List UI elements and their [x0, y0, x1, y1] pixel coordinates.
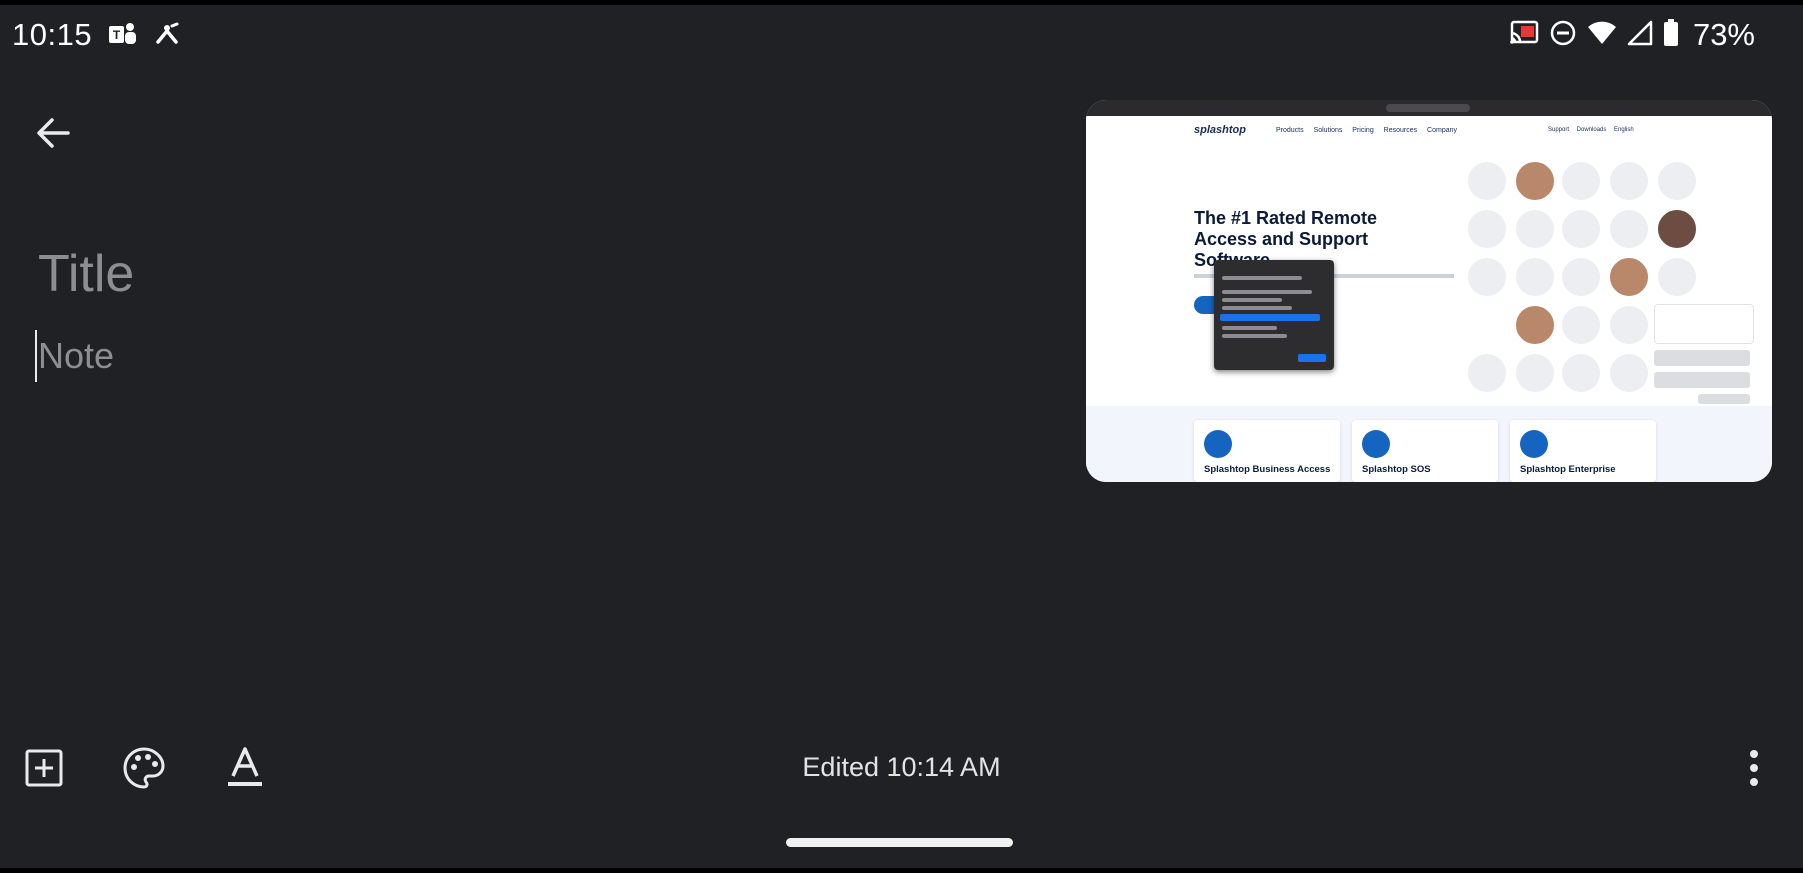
status-time: 10:15	[12, 17, 93, 52]
splashtop-logo: splashtop	[1194, 124, 1246, 136]
home-gesture-bar[interactable]	[786, 838, 1013, 847]
product-card-label: Splashtop SOS	[1362, 464, 1431, 475]
dialog-row	[1222, 298, 1282, 302]
address-bar	[1386, 104, 1470, 112]
attached-screenshot[interactable]: splashtop Products Solutions Pricing Res…	[1086, 100, 1772, 482]
status-bar: 10:15 T 73%	[12, 14, 1755, 56]
avatar	[1514, 160, 1556, 202]
cell-signal-icon	[1627, 20, 1653, 51]
grid-circle	[1562, 258, 1600, 296]
grid-circle	[1610, 162, 1648, 200]
chat-message	[1698, 394, 1750, 404]
grid-circle	[1562, 354, 1600, 392]
text-cursor	[35, 330, 37, 382]
note-body-input[interactable]	[36, 330, 940, 382]
grid-circle	[1658, 258, 1696, 296]
site-nav-links: Products Solutions Pricing Resources Com…	[1276, 127, 1458, 134]
chat-message	[1654, 372, 1750, 388]
dialog-row	[1222, 290, 1312, 294]
cast-icon	[1509, 20, 1539, 51]
more-vert-icon	[1750, 750, 1758, 786]
bottom-edge	[0, 868, 1803, 873]
site-nav-right: Support Downloads English	[1548, 127, 1634, 133]
grid-circle	[1516, 354, 1554, 392]
teams-icon: T	[108, 21, 138, 49]
note-title-input[interactable]	[36, 240, 940, 308]
dialog-row	[1222, 326, 1277, 330]
dialog-button	[1298, 354, 1326, 362]
chat-message	[1654, 350, 1750, 366]
grid-circle	[1516, 210, 1554, 248]
grid-circle	[1610, 210, 1648, 248]
status-right: 73%	[1509, 17, 1755, 53]
svg-text:T: T	[113, 28, 121, 42]
dialog-row	[1222, 306, 1292, 310]
grid-circle	[1468, 258, 1506, 296]
dialog-row-selected	[1220, 314, 1320, 321]
edited-timestamp: Edited 10:14 AM	[802, 752, 1001, 782]
avatar	[1608, 256, 1650, 298]
avatar	[1514, 304, 1556, 346]
grid-circle	[1468, 354, 1506, 392]
grid-circle	[1562, 162, 1600, 200]
site-navbar: splashtop Products Solutions Pricing Res…	[1086, 116, 1772, 148]
chat-bubble	[1654, 304, 1754, 344]
product-card: Splashtop Enterprise	[1510, 420, 1656, 482]
grid-circle	[1468, 162, 1506, 200]
product-icon	[1520, 430, 1548, 458]
arrow-back-icon	[37, 118, 70, 148]
product-icon	[1362, 430, 1390, 458]
dialog-row	[1222, 276, 1302, 280]
battery-icon	[1663, 18, 1679, 52]
grid-circle	[1562, 306, 1600, 344]
grid-circle	[1610, 306, 1648, 344]
permission-dialog	[1214, 260, 1334, 370]
splashtop-icon	[154, 22, 180, 48]
browser-toolbar	[1086, 100, 1772, 116]
grid-circle	[1468, 210, 1506, 248]
wifi-icon	[1587, 20, 1617, 51]
product-card: Splashtop SOS	[1352, 420, 1498, 482]
product-card-label: Splashtop Enterprise	[1520, 464, 1616, 475]
dialog-row	[1222, 334, 1287, 338]
grid-circle	[1610, 354, 1648, 392]
product-card-label: Splashtop Business Access	[1204, 464, 1331, 475]
grid-circle	[1516, 258, 1554, 296]
battery-percent: 73%	[1692, 17, 1755, 52]
grid-circle	[1562, 210, 1600, 248]
avatar	[1656, 208, 1698, 250]
back-button[interactable]	[30, 110, 76, 156]
more-options-button[interactable]	[1730, 744, 1778, 792]
grid-circle	[1658, 162, 1696, 200]
do-not-disturb-icon	[1549, 19, 1577, 52]
product-card: Splashtop Business Access	[1194, 420, 1340, 482]
product-icon	[1204, 430, 1232, 458]
top-edge	[0, 0, 1803, 5]
